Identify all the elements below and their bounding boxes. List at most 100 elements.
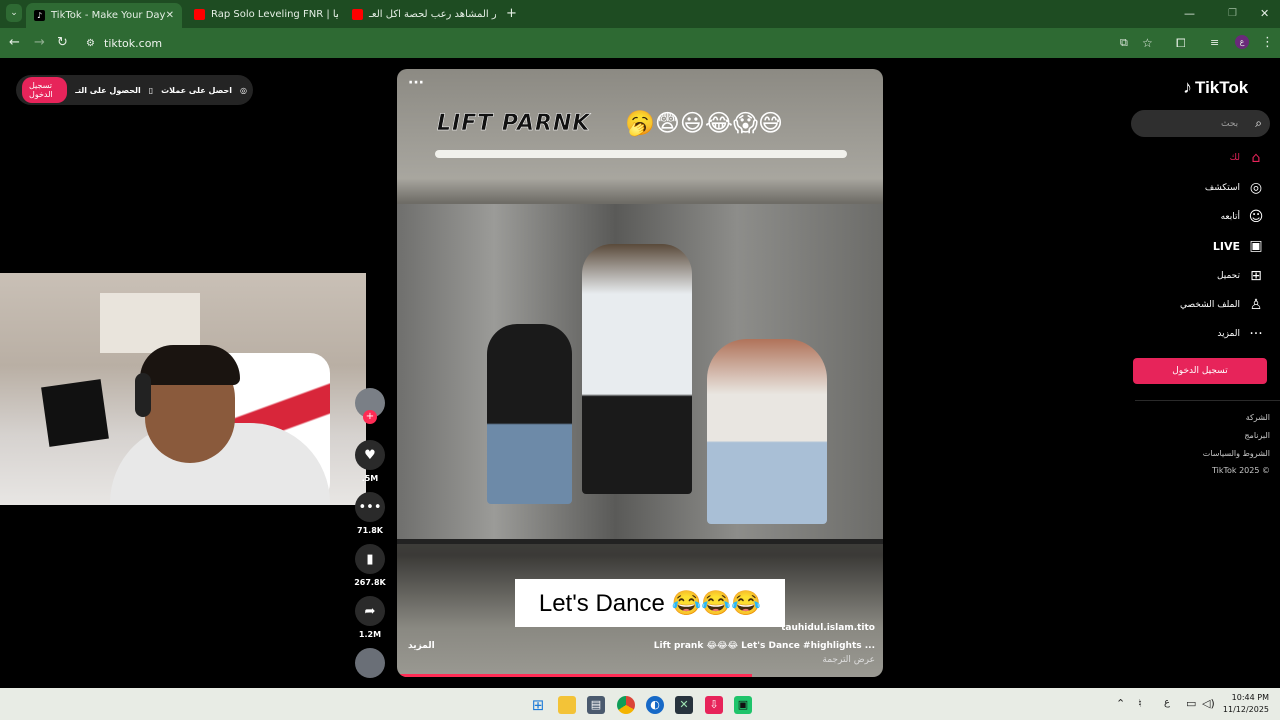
sidebar-item-label: المزيد: [1217, 329, 1240, 339]
man-black-shirt: [487, 324, 572, 504]
more-link[interactable]: المزيد: [408, 641, 435, 651]
new-tab-button[interactable]: +: [506, 5, 517, 23]
edge-icon[interactable]: ◐: [646, 696, 664, 714]
sidebar-item-label: استكشف: [1204, 183, 1240, 193]
tab-title: اكثر المشاهد رعب لحصة اكل العـ: [369, 8, 496, 20]
person-hair: [140, 345, 240, 385]
clock-date: 11/12/2025: [1222, 705, 1269, 714]
chrome-icon[interactable]: [617, 696, 635, 714]
footer-program[interactable]: البرنامج: [1244, 431, 1270, 440]
video-title-overlay: LIFT PARNK: [437, 111, 591, 137]
sidebar-login-button[interactable]: تسجيل الدخول: [1133, 358, 1267, 384]
music-disc[interactable]: [354, 648, 386, 678]
bookmark-icon[interactable]: ▮: [355, 544, 385, 574]
profile-avatar[interactable]: ع: [1235, 35, 1249, 49]
wall-shelf: [100, 293, 200, 353]
streaming-app-icon[interactable]: ▣: [734, 696, 752, 714]
reload-icon[interactable]: ↻: [57, 34, 68, 52]
address-bar[interactable]: ⚙ tiktok.com: [80, 32, 1170, 54]
search-icon[interactable]: ⌕: [1255, 116, 1262, 131]
volume-icon[interactable]: ◁): [1202, 697, 1215, 710]
app-icon[interactable]: ⇩: [705, 696, 723, 714]
tab-youtube-horror[interactable]: اكثر المشاهد رعب لحصة اكل العـ ✕: [344, 3, 496, 25]
comment-icon[interactable]: •••: [355, 492, 385, 522]
close-icon[interactable]: ✕: [166, 10, 174, 21]
extensions-icon[interactable]: ⧠: [1176, 34, 1186, 52]
share-button[interactable]: ➦ 1.2M: [354, 596, 386, 639]
live-icon: ▣: [1249, 238, 1263, 254]
bookmark-star-icon[interactable]: ☆: [1142, 34, 1153, 52]
terminal-icon[interactable]: ✕: [675, 696, 693, 714]
menu-icon[interactable]: ⋮: [1261, 34, 1274, 52]
url-text: tiktok.com: [104, 36, 163, 50]
browser-toolbar: ← → ↻ ⚙ tiktok.com ⧉ ☆ ⧠ ≡ ع ⋮: [0, 28, 1280, 58]
home-icon: ⌂: [1251, 150, 1261, 166]
profile-icon: ♙: [1249, 297, 1263, 313]
search-placeholder: بحث: [1221, 118, 1239, 129]
sidebar-item-more[interactable]: المزيد ···: [1217, 326, 1264, 342]
upload-icon: ⊞: [1250, 268, 1262, 284]
store-icon[interactable]: ▤: [587, 696, 605, 714]
coin-icon: ◎: [240, 85, 247, 95]
close-window-button[interactable]: ✕: [1260, 5, 1269, 23]
video-progress-bar[interactable]: [397, 674, 752, 677]
cast-icon[interactable]: ⧉: [1120, 34, 1128, 52]
footer-company[interactable]: الشركة: [1246, 413, 1270, 422]
share-icon[interactable]: ➦: [355, 596, 385, 626]
creator-avatar[interactable]: +: [354, 388, 386, 424]
sidebar-item-compass[interactable]: استكشف ◎: [1205, 180, 1264, 196]
windows-start-icon[interactable]: ⊞: [529, 696, 547, 714]
heart-icon[interactable]: ♥: [355, 440, 385, 470]
sidebar-divider: [1135, 400, 1280, 401]
tab-youtube-rap[interactable]: Rap Solo Leveling FNR | تيقليقيا ✕: [186, 3, 338, 25]
like-button[interactable]: ♥ .5M: [354, 440, 386, 483]
sidebar-item-label: تحميل: [1216, 271, 1240, 281]
promo-login-button[interactable]: تسجيل الدخول: [22, 77, 68, 103]
follow-plus-icon[interactable]: +: [363, 410, 377, 424]
tray-chevron-icon[interactable]: ⌃: [1116, 697, 1125, 710]
video-player[interactable]: ··· LIFT PARNK 🥱😨😃😂😱😅 Let's Dance 😂😂😂 ta…: [397, 69, 883, 677]
video-author[interactable]: tauhidul.islam.tito: [781, 623, 875, 633]
comment-button[interactable]: ••• 71.8K: [354, 492, 386, 535]
network-icon[interactable]: ▭: [1186, 697, 1196, 710]
system-clock[interactable]: 10:44 PM 11/12/2025: [1223, 692, 1269, 716]
back-icon[interactable]: ←: [9, 34, 20, 52]
forward-icon[interactable]: →: [34, 34, 45, 52]
youtube-favicon-icon: [352, 8, 363, 20]
sidebar-item-upload[interactable]: تحميل ⊞: [1217, 268, 1264, 284]
footer-terms[interactable]: الشروط والسياسات: [1203, 449, 1270, 458]
sidebar-item-profile[interactable]: الملف الشخصي ♙: [1180, 297, 1264, 313]
maximize-button[interactable]: ❐: [1228, 5, 1237, 23]
translate-link[interactable]: عرض الترجمة: [822, 655, 875, 665]
man-in-wig: [582, 244, 692, 494]
microphone-icon[interactable]: ♮: [1138, 697, 1142, 710]
tab-title: TikTok - Make Your Day: [51, 10, 166, 21]
tab-search-icon[interactable]: ⌄: [6, 4, 22, 22]
save-button[interactable]: ▮ 267.8K: [354, 544, 386, 587]
minimize-button[interactable]: —: [1184, 5, 1195, 23]
share-count: 1.2M: [358, 630, 382, 639]
video-description: Lift prank 😂😂😂 Let's Dance #highlights .…: [653, 641, 875, 651]
get-coins-link[interactable]: احصل على عملات: [161, 86, 232, 95]
language-indicator[interactable]: ع: [1164, 697, 1170, 708]
woman-dancing: [707, 339, 827, 524]
video-title-emoji: 🥱😨😃😂😱😅: [625, 109, 784, 137]
video-menu-icon[interactable]: ···: [408, 75, 424, 91]
comment-count: 71.8K: [357, 526, 383, 535]
promo-bar: تسجيل الدخول الحصول على التـ ▯ احصل على …: [16, 75, 253, 105]
music-disc-icon[interactable]: [355, 648, 385, 678]
get-app-link[interactable]: الحصول على التـ: [75, 86, 141, 95]
tab-tiktok[interactable]: ♪ TikTok - Make Your Day ✕: [26, 3, 182, 28]
sidebar-item-live[interactable]: LIVE ▣: [1213, 238, 1264, 254]
file-explorer-icon[interactable]: [558, 696, 576, 714]
tiktok-logo[interactable]: ♪ TikTok: [1183, 77, 1248, 98]
footer-copyright: TikTok 2025 ©: [1212, 466, 1270, 475]
tiktok-favicon-icon: ♪: [34, 10, 45, 21]
sidebar-item-home[interactable]: لك ⌂: [1230, 150, 1264, 166]
logo-text: TikTok: [1195, 77, 1249, 97]
compass-icon: ◎: [1249, 180, 1263, 196]
search-input[interactable]: بحث ⌕: [1131, 110, 1270, 137]
site-info-icon[interactable]: ⚙: [86, 38, 95, 49]
sidebar-item-following[interactable]: أتابعه ☺: [1221, 209, 1264, 225]
media-icon[interactable]: ≡: [1210, 34, 1219, 52]
